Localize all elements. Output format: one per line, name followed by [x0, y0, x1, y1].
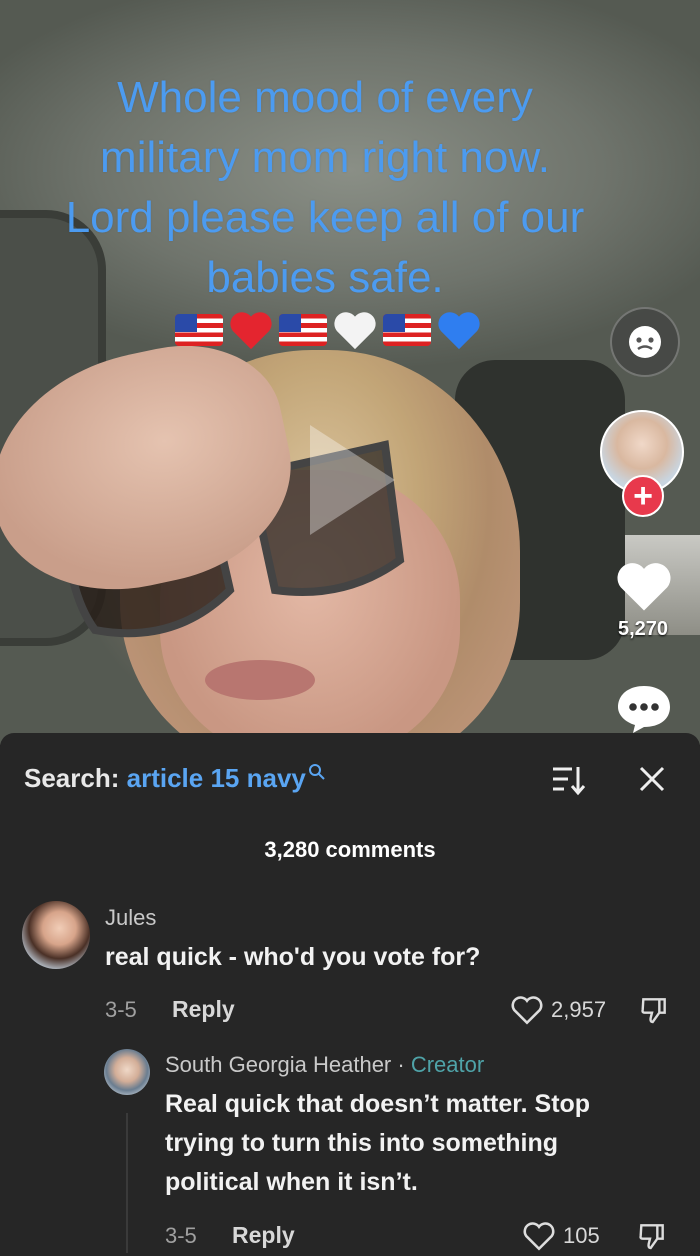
caption-line: Lord please keep all of our: [65, 193, 585, 242]
search-label: Search:: [24, 763, 120, 793]
caption-line: Whole mood of every: [117, 73, 533, 122]
us-flag-icon: [175, 306, 223, 354]
reply-username[interactable]: South Georgia Heather: [165, 1052, 391, 1077]
face-filter-button[interactable]: [610, 307, 680, 377]
caption-line: babies safe.: [206, 253, 444, 302]
reply-username-row: South Georgia Heather · Creator: [165, 1052, 484, 1078]
comment-date: 3-5: [105, 997, 137, 1022]
comments-sheet: Search: article 15 navy 3,280 comments J…: [0, 733, 700, 1256]
face-filter-icon: [629, 326, 661, 358]
blue-heart-icon: [435, 306, 483, 354]
comment-like-count: 2,957: [551, 997, 607, 1022]
comment-button[interactable]: [612, 680, 676, 736]
caption-emojis: [175, 306, 483, 354]
heart-icon[interactable]: [522, 1220, 556, 1252]
like-count: 5,270: [617, 618, 669, 640]
dislike-icon[interactable]: [638, 994, 670, 1026]
comment-count: 3,280 comments: [264, 837, 436, 862]
like-button[interactable]: [612, 556, 676, 616]
heart-icon: [617, 563, 671, 611]
white-heart-icon: [331, 306, 379, 354]
search-term[interactable]: article 15 navy: [127, 763, 306, 793]
reply-text-line: trying to turn this into something: [165, 1129, 559, 1157]
creator-badge: Creator: [410, 1052, 485, 1077]
avatar[interactable]: [104, 1049, 150, 1095]
video-player[interactable]: Whole mood of every military mom right n…: [0, 0, 700, 745]
reply-text: Real quick that doesn’t matter. Stop try…: [165, 1085, 590, 1202]
reply-button[interactable]: Reply: [172, 996, 235, 1023]
reply-text-line: political when it isn’t.: [165, 1168, 418, 1196]
play-icon: [310, 425, 395, 535]
us-flag-icon: [383, 306, 431, 354]
avatar[interactable]: [22, 901, 90, 969]
us-flag-icon: [279, 306, 327, 354]
comment-username[interactable]: Jules: [105, 905, 156, 931]
close-icon[interactable]: [636, 763, 668, 795]
reply-date: 3-5: [165, 1223, 197, 1248]
caption-line: military mom right now.: [100, 133, 550, 182]
reply-button[interactable]: Reply: [232, 1222, 295, 1249]
thread-line: [126, 1113, 128, 1253]
dislike-icon[interactable]: [636, 1220, 668, 1252]
search-suggestion[interactable]: Search: article 15 navy: [24, 763, 326, 794]
video-caption: Whole mood of every military mom right n…: [0, 68, 650, 308]
separator: ·: [391, 1052, 411, 1077]
follow-plus-icon[interactable]: +: [622, 475, 664, 517]
reply-text-line: Real quick that doesn’t matter. Stop: [165, 1090, 591, 1118]
comment-icon: [618, 686, 670, 733]
red-heart-icon: [227, 306, 275, 354]
search-icon: [308, 764, 325, 780]
comment-text: real quick - who'd you vote for?: [105, 943, 481, 971]
person-lips: [205, 660, 315, 700]
reply-like-count: 105: [563, 1223, 600, 1248]
sort-icon[interactable]: [550, 763, 586, 797]
heart-icon[interactable]: [510, 994, 544, 1026]
